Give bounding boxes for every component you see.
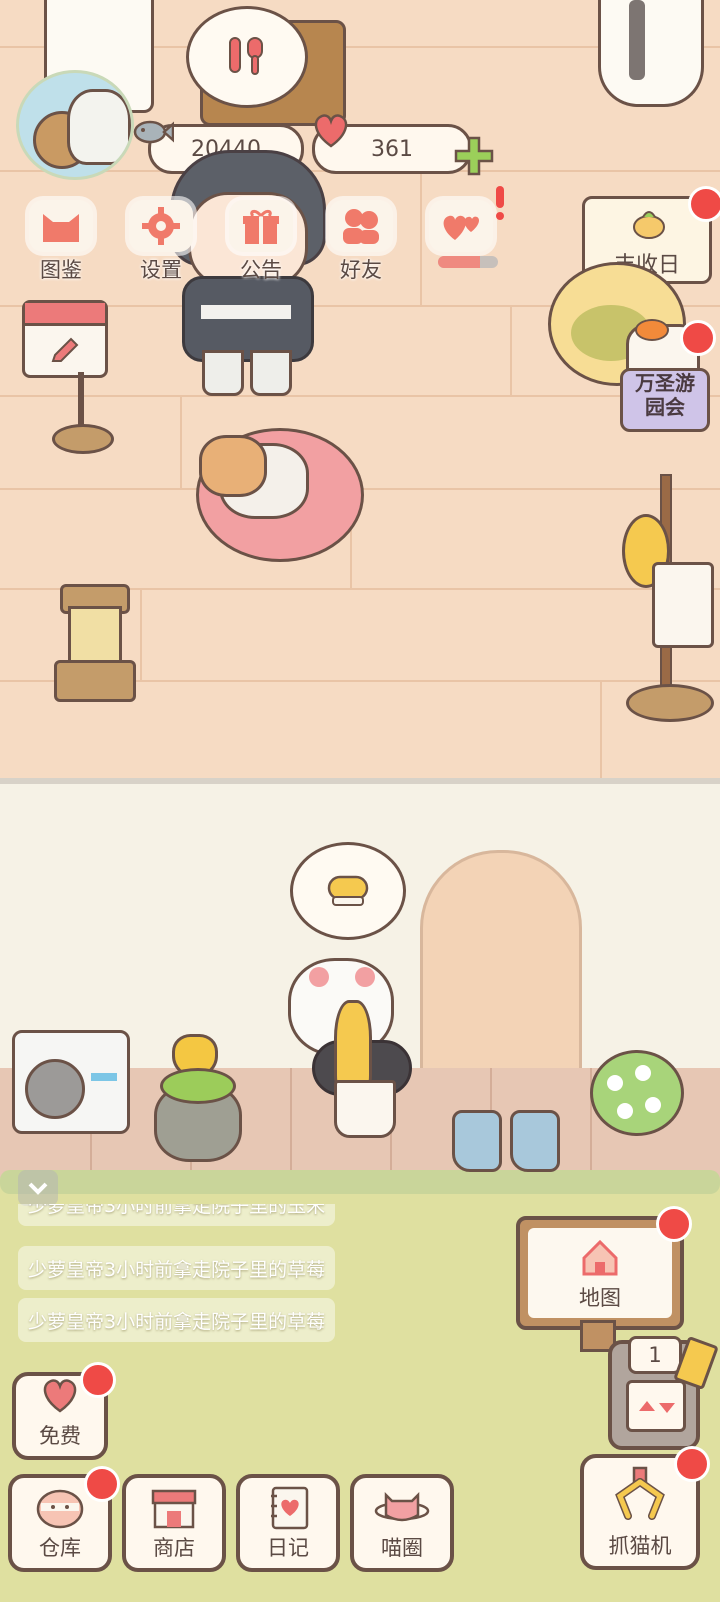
apron [652, 562, 714, 648]
house-icon [582, 1239, 618, 1276]
nav-shop-label: 商店 [153, 1536, 195, 1560]
nav-shop-button[interactable]: 商店 [122, 1474, 226, 1572]
cat-planet-icon [372, 1486, 432, 1528]
rain-boot-right [510, 1110, 560, 1172]
fish-icon [130, 112, 175, 152]
nav-cat-circle-label: 喵圈 [381, 1536, 423, 1560]
feed-item: 少萝皇帝3小时前拿走院子里的玉米 [18, 1204, 336, 1226]
halloween-label-line1: 万圣游 [635, 371, 695, 395]
hearts-progress-bar [438, 256, 498, 268]
menu-notice-button[interactable]: 公告 [216, 200, 306, 284]
utensils-icon [229, 37, 263, 75]
floor-plank-seam [180, 395, 182, 488]
gear-icon [129, 200, 193, 252]
free-notification-dot [80, 1362, 116, 1398]
sponge-icon [327, 875, 369, 906]
floor-plank-line [0, 395, 720, 397]
halloween-label-line2: 园会 [645, 395, 685, 419]
nav-diary-label: 日记 [267, 1536, 309, 1560]
alert-exclamation-icon [494, 186, 506, 222]
player-avatar[interactable] [16, 70, 134, 180]
floor-plank-seam [140, 588, 142, 680]
diary-icon [258, 1486, 318, 1530]
menu-friends-button[interactable]: 好友 [316, 200, 406, 284]
arrows-icon [639, 1401, 675, 1413]
friends-icon [329, 200, 393, 252]
bucket [334, 1080, 396, 1138]
cat-counter: 1 [628, 1336, 682, 1374]
rain-boot-left [452, 1110, 502, 1172]
pencil-icon [51, 337, 79, 362]
calendar-pole [78, 372, 84, 432]
sleeping-cat-bed[interactable] [196, 428, 364, 562]
coat-rack-base [626, 684, 714, 722]
free-label: 免费 [39, 1424, 81, 1448]
nav-cat-circle-button[interactable]: 喵圈 [350, 1474, 454, 1572]
gift-icon [229, 200, 293, 252]
menu-collection-button[interactable]: 图鉴 [16, 200, 106, 284]
feed-item: 少萝皇帝3小时前拿走院子里的草莓 [18, 1246, 336, 1290]
menu-hearts-button[interactable] [416, 200, 506, 284]
task-bubble[interactable] [290, 842, 406, 940]
menu-notice-label: 公告 [240, 258, 282, 282]
claw-notification-dot [674, 1446, 710, 1482]
rice-ball-icon [30, 1486, 90, 1529]
add-hearts-button[interactable] [452, 134, 496, 178]
tulip-leaves [160, 1068, 236, 1104]
menu-settings-button[interactable]: 设置 [116, 200, 206, 284]
menu-friends-label: 好友 [340, 258, 382, 282]
map-label: 地图 [579, 1286, 621, 1310]
vegetable-icon [633, 211, 665, 239]
nav-warehouse-label: 仓库 [39, 1536, 81, 1560]
cat-face-icon [29, 200, 93, 252]
harvest-notification-dot [688, 186, 720, 222]
chevron-down-icon [28, 1182, 48, 1195]
food-bubble[interactable] [186, 6, 308, 108]
air-purifier [598, 0, 704, 107]
grass-edge [0, 1170, 720, 1194]
heart-count: 361 [371, 136, 413, 162]
claw-icon [605, 1466, 675, 1526]
warehouse-notification-dot [84, 1466, 120, 1502]
calendar-base [52, 424, 114, 454]
feed-collapse-button[interactable] [18, 1170, 58, 1206]
claw-machine-label: 抓猫机 [608, 1534, 672, 1558]
floor-plank-seam [510, 305, 512, 395]
air-conditioner [12, 1030, 130, 1134]
nav-diary-button[interactable]: 日记 [236, 1474, 340, 1572]
plus-icon [454, 136, 494, 176]
floor-plank-seam [600, 680, 602, 780]
menu-settings-label: 设置 [140, 258, 182, 282]
halloween-notification-dot [680, 320, 716, 356]
activity-feed[interactable]: 少萝皇帝3小时前拿走院子里的玉米 少萝皇帝3小时前拿走院子里的草莓 少萝皇帝3小… [18, 1204, 358, 1356]
doorway[interactable] [420, 850, 582, 1083]
flower-bush[interactable] [590, 1050, 684, 1136]
shop-icon [144, 1486, 204, 1529]
heart-icon [308, 110, 354, 150]
scratch-post-base [54, 660, 136, 702]
map-notification-dot [656, 1206, 692, 1242]
menu-collection-label: 图鉴 [40, 258, 82, 282]
fence-line [290, 1068, 292, 1178]
hearts-icon [429, 200, 493, 252]
feed-item: 少萝皇帝3小时前拿走院子里的草莓 [18, 1298, 336, 1342]
calendar-stand[interactable] [22, 300, 108, 378]
